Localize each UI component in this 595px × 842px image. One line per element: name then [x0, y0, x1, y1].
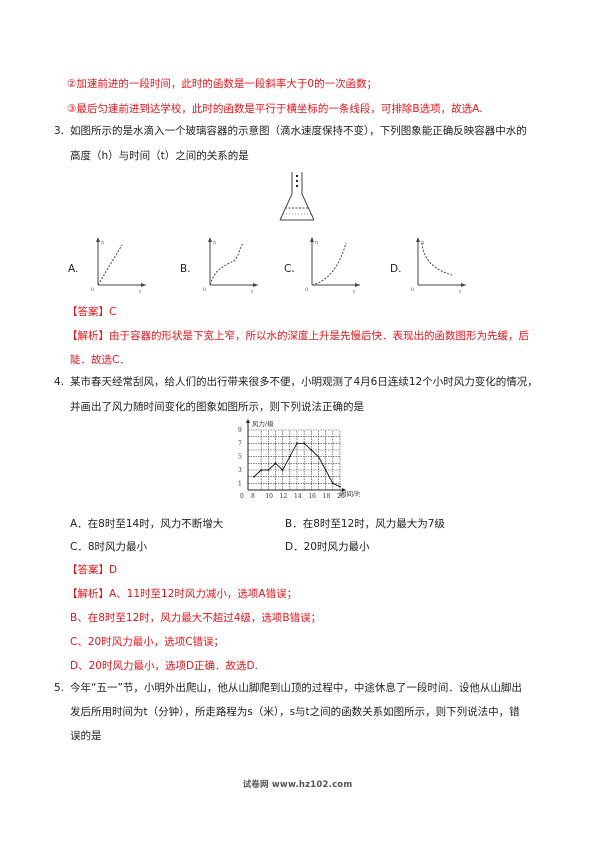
q4-analysis-line-1: 【解析】A、11时至12时风力减小，选项A错误；: [67, 587, 297, 601]
q4-option-a[interactable]: A．在8时至14时，风力不断增大: [70, 517, 223, 531]
svg-text:h: h: [315, 240, 318, 246]
chart-grid: [248, 429, 341, 490]
y-tick-label: 1: [238, 480, 242, 487]
q3-analysis-tag: 【解析】: [67, 330, 109, 342]
x-tick-label: 12: [280, 493, 288, 500]
q4-answer-tag: 【答案】: [67, 564, 109, 576]
q3-option-c-label: C.: [284, 263, 295, 275]
q4-option-b[interactable]: B．在8时至12时，风力最大为7级: [285, 517, 445, 531]
svg-text:t: t: [353, 289, 356, 293]
q3-answer-tag: 【答案】: [67, 306, 109, 318]
y-axis-arrow: [246, 419, 250, 423]
svg-text:h: h: [421, 240, 424, 246]
question-5-stem-line-1: 今年“五一”节，小明外出爬山，他从山脚爬到山顶的过程中，中途休息了一段时间．设他…: [70, 682, 522, 694]
data-point: [317, 455, 320, 458]
q4-answer: 【答案】D: [67, 563, 117, 577]
water-drops: [296, 175, 298, 187]
data-point: [303, 442, 306, 445]
data-point: [331, 482, 334, 485]
data-point: [339, 485, 341, 488]
x-tick-label: 8: [251, 493, 255, 500]
chart-x-axis-label: 时间/时: [340, 489, 360, 498]
footer-watermark: 试卷网 www.hz102.com: [242, 780, 353, 790]
wind-force-chart: 135790 8 10 12 14 16 18 20 风力/级 时间/时: [238, 419, 360, 500]
data-point: [281, 469, 284, 471]
x-tick-label: 14: [294, 493, 302, 500]
q3-answer: 【答案】C: [67, 305, 116, 319]
data-point: [253, 475, 255, 478]
question-4-stem-line-1: 某市春天经常刮风，给人们的出行带来很多不便，小明观测了4月6日连续12个小时风力…: [70, 376, 538, 388]
question-5-number: 5.: [54, 682, 65, 694]
question-4-number: 4.: [54, 376, 65, 388]
svg-text:0: 0: [411, 287, 414, 293]
svg-text:h: h: [101, 240, 104, 246]
y-tick-label: 5: [238, 454, 242, 461]
svg-text:h: h: [213, 240, 216, 246]
data-point: [267, 469, 270, 471]
x-tick-label: 10: [265, 493, 273, 500]
data-point: [274, 462, 277, 465]
q4-analysis-text: A、11时至12时风力减小，选项A错误；: [109, 588, 298, 600]
prev-solution-line-2: ②加速前进的一段时间，此时的函数是一段斜率大于0的一次函数；: [67, 78, 378, 90]
svg-text:0: 0: [203, 287, 206, 293]
data-point: [288, 455, 291, 458]
svg-text:0: 0: [305, 287, 308, 293]
data-point: [310, 449, 313, 451]
question-3-stem-line-2: 高度（h）与时间（t）之间的关系的是: [70, 150, 249, 162]
data-point: [324, 469, 327, 471]
y-tick-label: 7: [238, 440, 242, 447]
question-3-number: 3.: [54, 125, 65, 137]
q3-option-a-graph[interactable]: h t 0: [88, 235, 148, 293]
y-tick-label: 9: [238, 427, 242, 434]
prev-solution-line-3: ③最后匀速前进到达学校，此时的函数是平行于横坐标的一条线段，可排除B选项，故选A…: [67, 103, 483, 115]
question-4-stem-line-2: 并画出了风力随时间变化的图象如图所示，则下列说法正确的是: [70, 401, 364, 413]
q4-option-c[interactable]: C．8时风力最小: [70, 540, 147, 554]
q3-option-d-graph[interactable]: h t 0: [410, 235, 470, 293]
q3-analysis-line-1: 【解析】由于容器的形状是下宽上窄，所以水的深度上升是先慢后快．表现出的函数图形为…: [67, 329, 529, 343]
svg-text:t: t: [251, 289, 254, 293]
q3-option-c-graph[interactable]: h t 0: [304, 235, 364, 293]
x-tick-label: 18: [323, 493, 331, 500]
data-point: [296, 442, 298, 445]
svg-text:t: t: [139, 289, 142, 293]
q4-analysis-line-2: B、在8时至12时，风力最大不超过4级，选项B错误；: [70, 612, 322, 624]
q4-analysis-line-4: D、20时风力最小，选项D正确．故选D.: [70, 660, 258, 672]
q4-option-d[interactable]: D．20时风力最小: [285, 540, 369, 554]
q4-answer-value: D: [109, 564, 118, 576]
x-tick-label: 16: [308, 493, 316, 500]
q3-option-a-label: A.: [68, 263, 79, 275]
chart-y-axis-label: 风力/级: [252, 419, 274, 428]
data-point: [260, 469, 263, 471]
svg-text:0: 0: [91, 287, 94, 293]
q3-analysis-text: 由于容器的形状是下宽上窄，所以水的深度上升是先慢后快．表现出的函数图形为先缓，后: [109, 330, 529, 342]
q4-analysis-line-3: C、20时风力最小，选项C错误；: [70, 636, 225, 648]
q3-option-d-label: D.: [390, 263, 402, 275]
x-tick-label: 0: [240, 493, 244, 500]
q3-answer-value: C: [109, 306, 117, 318]
flask-figure: [279, 172, 315, 221]
svg-text:t: t: [459, 289, 462, 293]
q3-option-b-label: B.: [180, 263, 191, 275]
q3-analysis-line-2: 陡．故选C．: [70, 354, 130, 366]
question-5-stem-line-3: 误的是: [70, 730, 102, 742]
y-tick-label: 3: [238, 467, 242, 474]
question-3-stem-line-1: 如图所示的是水滴入一个玻璃容器的示意图（滴水速度保持不变），下列图象能正确反映容…: [70, 125, 527, 137]
q4-analysis-tag: 【解析】: [67, 588, 109, 600]
q3-option-b-graph[interactable]: h t 0: [200, 235, 260, 293]
question-5-stem-line-2: 发后所用时间为t（分钟），所走路程为s（米），s与t之间的函数关系如图所示，则下…: [70, 706, 520, 718]
